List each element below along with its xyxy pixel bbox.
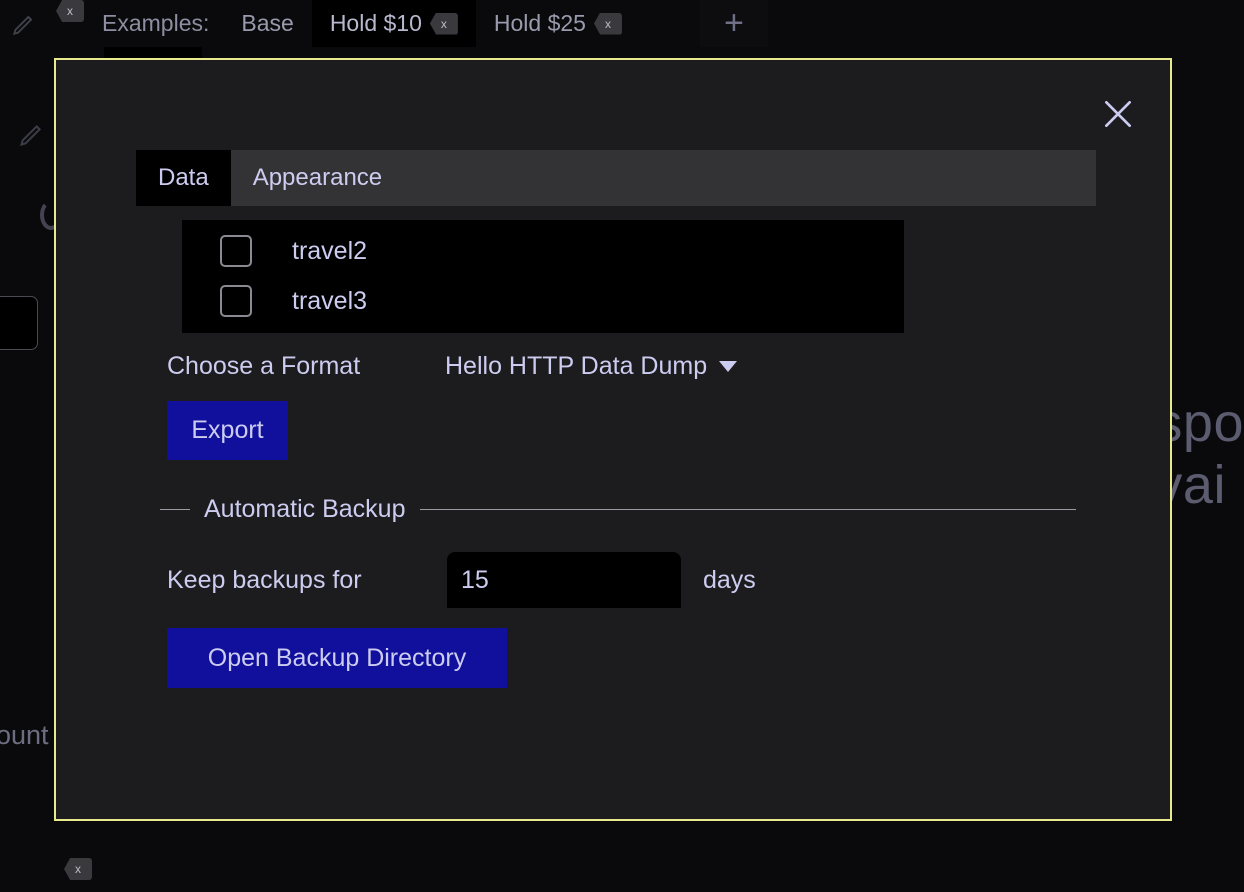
checkbox-travel2[interactable] — [220, 235, 252, 267]
list-item[interactable]: travel2 — [182, 226, 904, 276]
examples-label-text: Examples: — [102, 10, 210, 36]
add-tab-button[interactable]: + — [699, 0, 768, 47]
tab-appearance-label: Appearance — [252, 164, 383, 191]
example-tab-strip: x Examples: Base Hold $10 x Hold $25 x + — [0, 0, 1244, 47]
add-tab-label: + — [723, 4, 744, 42]
tab-hold-25-label: Hold $25 — [493, 10, 586, 36]
keep-backups-row: Keep backups for days — [167, 552, 756, 608]
tab-data[interactable]: Data — [136, 150, 231, 206]
tab-appearance[interactable]: Appearance — [231, 150, 404, 206]
tab-hold-10-close-badge[interactable]: x — [429, 12, 458, 35]
tab-hold-25-close-badge[interactable]: x — [593, 12, 622, 35]
tab-hold-10[interactable]: Hold $10 x — [311, 0, 476, 47]
background-left-text: ount — [0, 720, 49, 750]
automatic-backup-fieldset: Automatic Backup — [160, 494, 1076, 523]
tab-base-label: Base — [241, 10, 294, 36]
checkbox-travel2-label: travel2 — [292, 236, 368, 265]
export-button[interactable]: Export — [167, 401, 288, 460]
checkbox-travel3[interactable] — [220, 285, 252, 317]
tab-data-label: Data — [158, 164, 209, 191]
tab-base[interactable]: Base — [223, 0, 311, 47]
pencil-icon[interactable] — [0, 0, 48, 47]
open-backup-directory-button[interactable]: Open Backup Directory — [167, 628, 507, 688]
format-label: Choose a Format — [167, 352, 361, 380]
fieldset-line-left — [160, 508, 190, 510]
dataset-checkbox-list: travel2 travel3 — [182, 220, 904, 333]
bottom-close-badge[interactable]: x — [56, 858, 92, 880]
close-icon[interactable] — [1094, 90, 1142, 138]
settings-dialog: Data Appearance travel2 travel3 Choose a… — [54, 58, 1172, 821]
dialog-tab-bar: Data Appearance — [136, 150, 1096, 206]
background-input-field[interactable] — [0, 296, 38, 350]
tab-close-badge[interactable]: x — [56, 0, 84, 22]
bottom-close-badge-label: x — [64, 858, 92, 880]
list-item[interactable]: travel3 — [182, 276, 904, 326]
fieldset-legend: Automatic Backup — [204, 494, 406, 523]
format-row: Choose a Format Hello HTTP Data Dump — [167, 352, 738, 381]
days-suffix-label: days — [703, 565, 756, 594]
pencil-icon-row[interactable] — [18, 120, 46, 153]
tab-hold-25[interactable]: Hold $25 x — [476, 0, 640, 47]
chevron-down-icon — [719, 361, 738, 372]
format-select-value: Hello HTTP Data Dump — [445, 352, 708, 380]
examples-label: Examples: — [84, 0, 223, 47]
keep-backups-label: Keep backups for — [167, 565, 362, 594]
keep-backups-input[interactable] — [447, 552, 681, 608]
fieldset-line-right — [419, 508, 1076, 510]
format-select[interactable]: Hello HTTP Data Dump — [445, 352, 738, 381]
checkbox-travel3-label: travel3 — [292, 286, 368, 315]
tab-hold-10-label: Hold $10 — [329, 10, 422, 36]
